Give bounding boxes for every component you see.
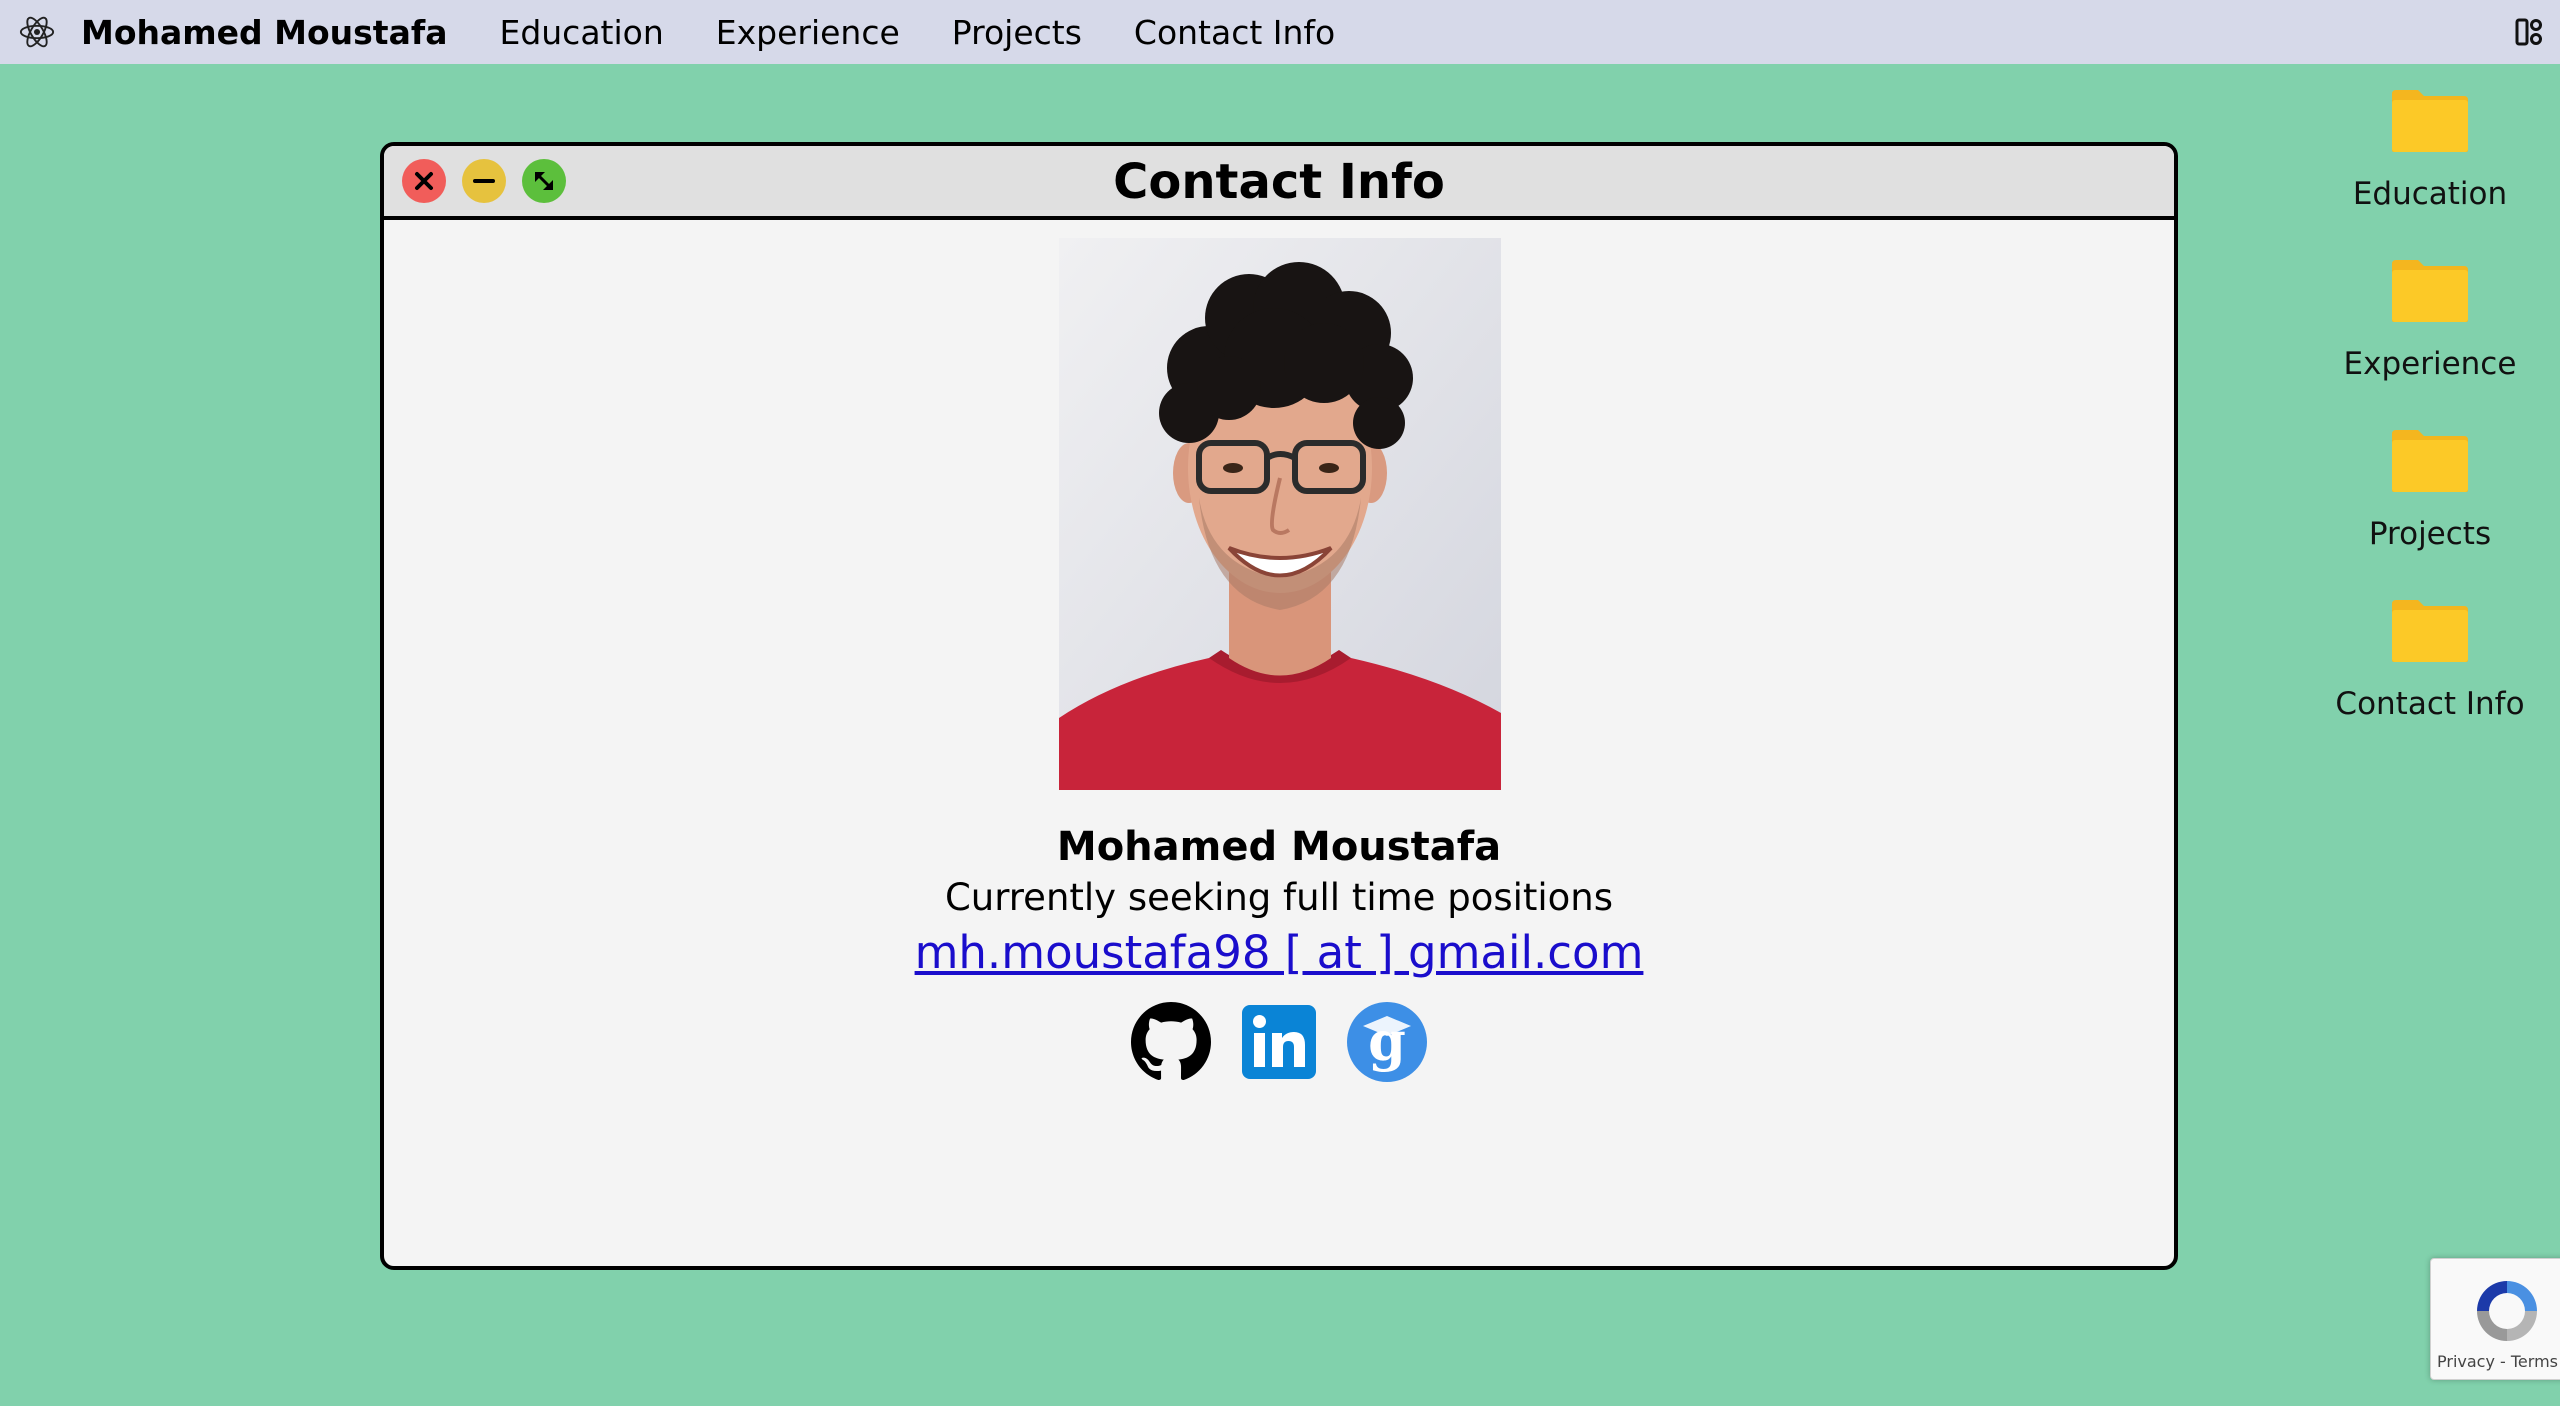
- github-icon[interactable]: [1131, 1002, 1211, 1082]
- menu-item-education[interactable]: Education: [499, 13, 663, 52]
- desktop-folder-contact-info[interactable]: Contact Info: [2330, 598, 2530, 722]
- menubar: Mohamed Moustafa Education Experience Pr…: [0, 0, 2560, 64]
- recaptcha-badge[interactable]: Privacy - Terms: [2430, 1258, 2560, 1380]
- recaptcha-links[interactable]: Privacy - Terms: [2437, 1352, 2558, 1371]
- desktop-folder-label: Contact Info: [2335, 686, 2525, 722]
- menu-item-experience[interactable]: Experience: [716, 13, 900, 52]
- window-title: Contact Info: [1113, 154, 1445, 210]
- brand-name[interactable]: Mohamed Moustafa: [81, 13, 447, 52]
- desktop-folder-experience[interactable]: Experience: [2330, 258, 2530, 382]
- desktop-folder-label: Projects: [2368, 516, 2492, 552]
- desktop-folder-label: Experience: [2343, 346, 2517, 382]
- contact-info-window: Contact Info Mohamed Moustafa Currently …: [380, 142, 2178, 1270]
- linkedin-icon[interactable]: [1239, 1002, 1319, 1082]
- folder-icon: [2390, 428, 2470, 494]
- google-scholar-icon[interactable]: g: [1347, 1002, 1427, 1082]
- desktop-folder-label: Education: [2352, 176, 2508, 212]
- desktop-folder-projects[interactable]: Projects: [2330, 428, 2530, 552]
- folder-icon: [2390, 88, 2470, 154]
- menu-item-projects[interactable]: Projects: [952, 13, 1082, 52]
- contact-name: Mohamed Moustafa: [1056, 824, 1502, 870]
- desktop-folder-education[interactable]: Education: [2330, 88, 2530, 212]
- profile-photo: [1059, 238, 1501, 790]
- folder-icon: [2390, 258, 2470, 324]
- window-titlebar[interactable]: Contact Info: [384, 146, 2174, 220]
- contact-tagline: Currently seeking full time positions: [944, 876, 1614, 919]
- email-link[interactable]: mh.moustafa98 [ at ] gmail.com: [384, 926, 2174, 979]
- recaptcha-icon: [2477, 1281, 2537, 1341]
- social-links: g: [384, 1002, 2174, 1082]
- react-logo-icon[interactable]: [17, 12, 57, 52]
- menu-item-contact-info[interactable]: Contact Info: [1134, 13, 1335, 52]
- control-center-icon[interactable]: [2514, 16, 2546, 48]
- folder-icon: [2390, 598, 2470, 664]
